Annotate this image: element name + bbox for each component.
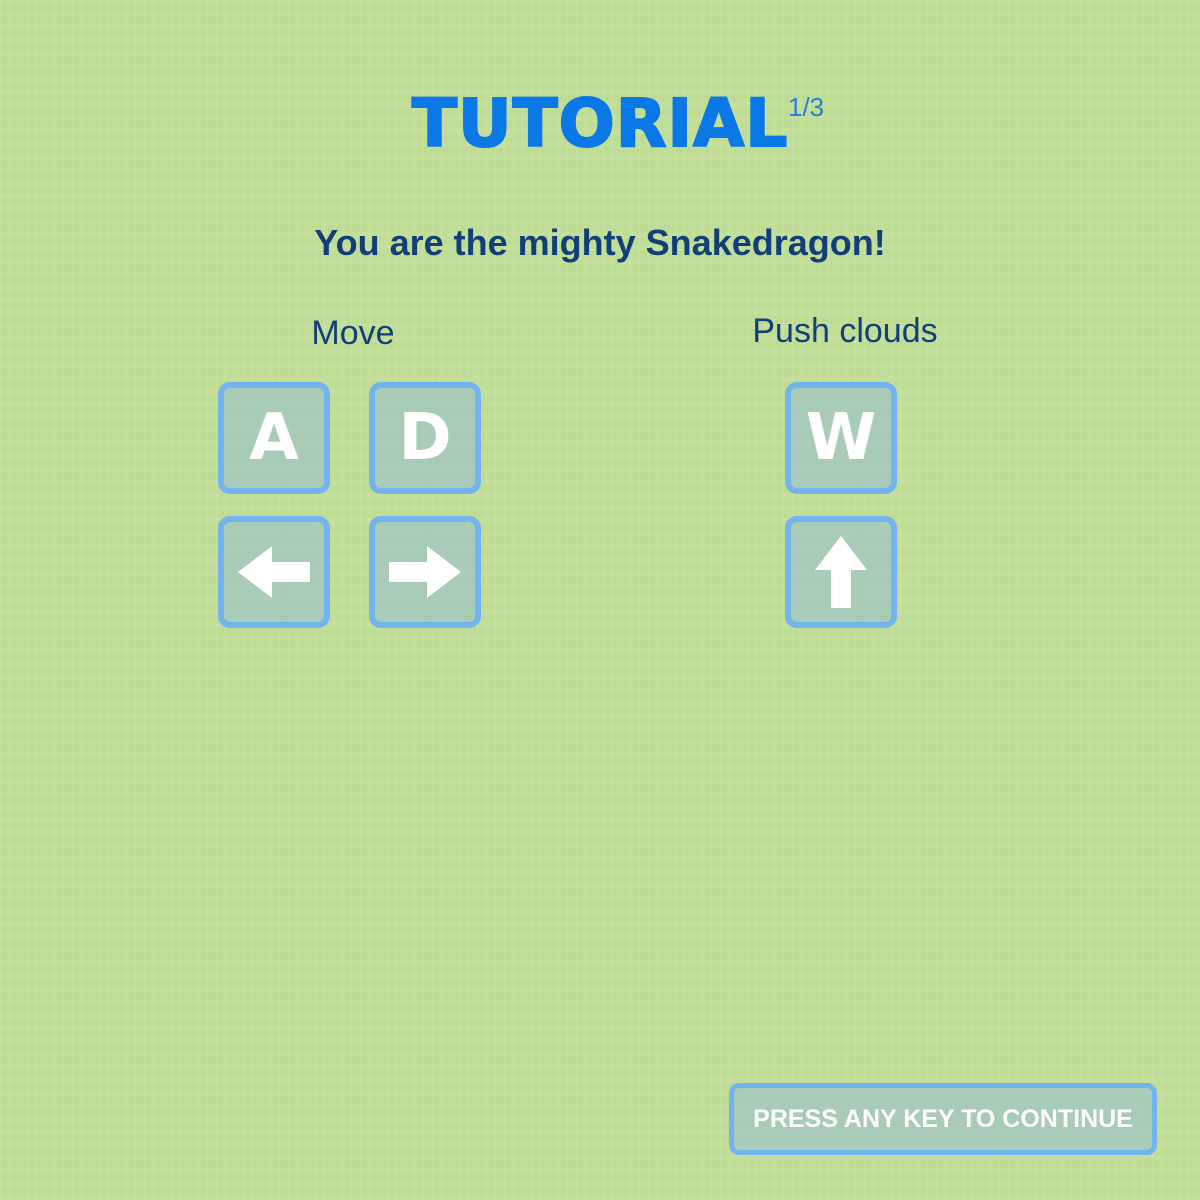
key-d-label: D bbox=[398, 401, 452, 475]
right-arrow-icon bbox=[389, 546, 461, 598]
tutorial-header: TUTORIAL 1/3 bbox=[0, 85, 1200, 168]
key-left-arrow bbox=[218, 516, 330, 628]
key-w: W bbox=[785, 382, 897, 494]
push-clouds-label: Push clouds bbox=[752, 312, 938, 350]
tutorial-title: TUTORIAL bbox=[411, 85, 789, 162]
move-label: Move bbox=[311, 314, 395, 352]
key-a: A bbox=[218, 382, 330, 494]
key-up-arrow bbox=[785, 516, 897, 628]
left-arrow-icon bbox=[238, 546, 310, 598]
key-a-label: A bbox=[249, 401, 299, 475]
tutorial-step-counter: 1/3 bbox=[788, 92, 825, 122]
key-right-arrow bbox=[369, 516, 481, 628]
tutorial-subtitle: You are the mighty Snakedragon! bbox=[314, 222, 886, 263]
continue-button[interactable]: PRESS ANY KEY TO CONTINUE bbox=[729, 1083, 1157, 1155]
up-arrow-icon bbox=[815, 536, 867, 608]
key-w-label: W bbox=[805, 401, 877, 475]
key-d: D bbox=[369, 382, 481, 494]
